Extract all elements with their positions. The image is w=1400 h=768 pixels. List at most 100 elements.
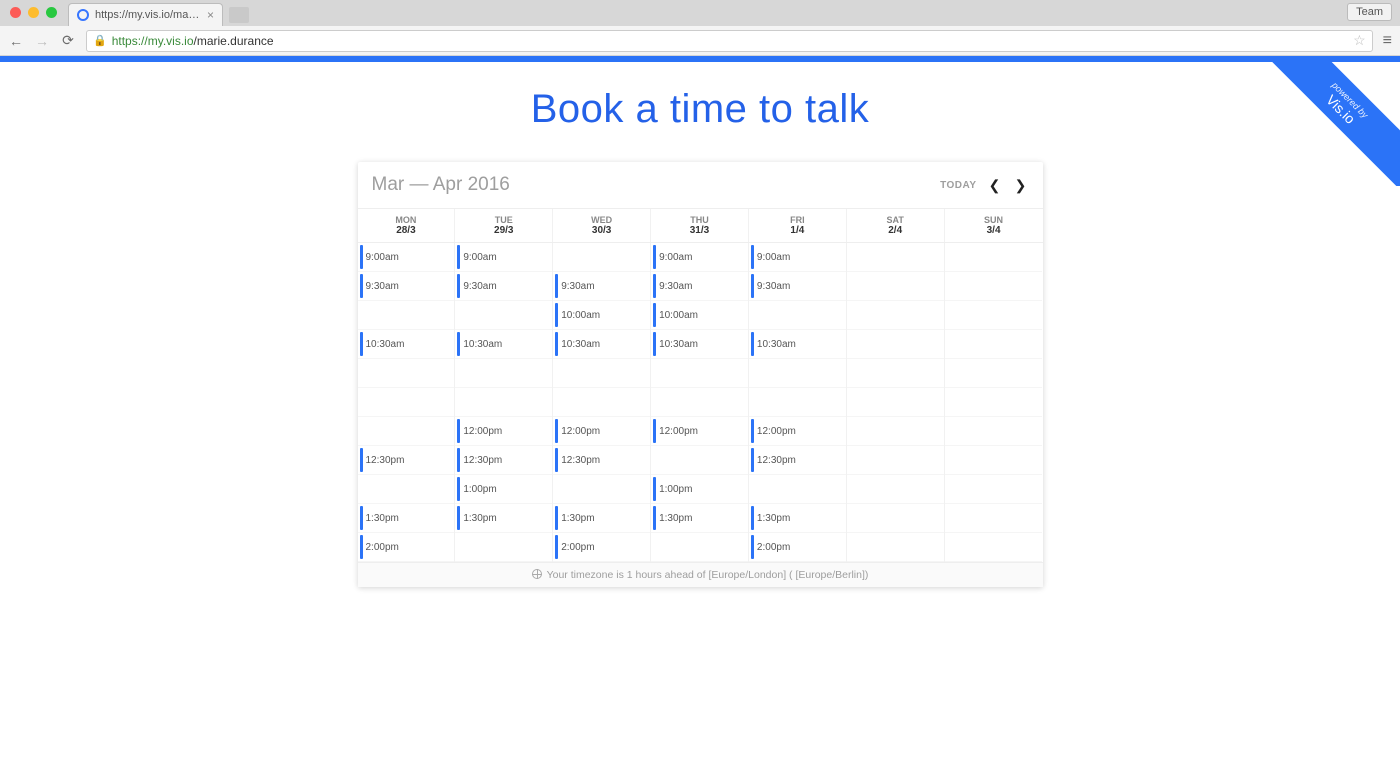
- minimize-window-icon[interactable]: [28, 7, 39, 18]
- time-slot[interactable]: 10:30am: [358, 330, 455, 358]
- time-row: [651, 533, 748, 562]
- browser-tab[interactable]: https://my.vis.io/marie.dura… ×: [68, 3, 223, 26]
- close-tab-icon[interactable]: ×: [207, 8, 214, 22]
- powered-by-ribbon[interactable]: powered by Vis.io: [1270, 56, 1400, 186]
- time-row: [553, 243, 650, 272]
- time-slot[interactable]: 12:00pm: [749, 417, 846, 445]
- close-window-icon[interactable]: [10, 7, 21, 18]
- time-row: 9:30am: [651, 272, 748, 301]
- time-slot[interactable]: 12:30pm: [553, 446, 650, 474]
- day-of-week: WED: [553, 215, 650, 225]
- time-row: 1:00pm: [651, 475, 748, 504]
- time-row: 12:00pm: [553, 417, 650, 446]
- day-of-week: MON: [358, 215, 455, 225]
- time-slot[interactable]: 10:00am: [651, 301, 748, 329]
- time-slot[interactable]: 2:00pm: [358, 533, 455, 561]
- time-slot[interactable]: 1:30pm: [749, 504, 846, 532]
- day-column: 9:00am9:30am10:00am10:30am 12:00pm 1:00pm1…: [651, 243, 749, 562]
- day-header: THU31/3: [651, 209, 749, 242]
- today-button[interactable]: TODAY: [940, 180, 976, 191]
- time-slot[interactable]: 9:00am: [651, 243, 748, 271]
- back-icon[interactable]: ←: [8, 33, 24, 49]
- time-slot[interactable]: 9:30am: [358, 272, 455, 300]
- time-row: [553, 388, 650, 417]
- time-slot[interactable]: 1:30pm: [455, 504, 552, 532]
- time-row: [651, 388, 748, 417]
- prev-week-icon[interactable]: ❮: [987, 177, 1003, 194]
- time-row: 1:30pm: [455, 504, 552, 533]
- time-slot[interactable]: 9:00am: [749, 243, 846, 271]
- time-row: [749, 475, 846, 504]
- time-row: [945, 272, 1043, 301]
- time-slot[interactable]: 1:00pm: [455, 475, 552, 503]
- date-range-label: Mar — Apr 2016: [372, 174, 510, 196]
- time-slot[interactable]: 12:00pm: [651, 417, 748, 445]
- time-row: 1:30pm: [358, 504, 455, 533]
- time-row: [847, 243, 944, 272]
- time-slot[interactable]: 12:00pm: [455, 417, 552, 445]
- time-row: [847, 533, 944, 562]
- time-row: 9:30am: [455, 272, 552, 301]
- day-header-row: MON28/3TUE29/3WED30/3THU31/3FRI1/4SAT2/4…: [358, 209, 1043, 243]
- day-header: SUN3/4: [945, 209, 1043, 242]
- window-controls: [10, 7, 57, 18]
- time-row: [945, 533, 1043, 562]
- calendar-card: Mar — Apr 2016 TODAY ❮ ❯ MON28/3TUE29/3W…: [358, 162, 1043, 587]
- time-slot[interactable]: 10:30am: [455, 330, 552, 358]
- time-slot[interactable]: 10:00am: [553, 301, 650, 329]
- time-slot[interactable]: 1:00pm: [651, 475, 748, 503]
- time-slot[interactable]: 12:30pm: [358, 446, 455, 474]
- time-row: [553, 359, 650, 388]
- time-row: [847, 359, 944, 388]
- favicon-icon: [77, 9, 89, 21]
- day-date: 29/3: [455, 225, 552, 236]
- day-of-week: SUN: [945, 215, 1043, 225]
- team-button[interactable]: Team: [1347, 3, 1392, 21]
- time-slot[interactable]: 9:30am: [749, 272, 846, 300]
- address-bar[interactable]: 🔒 https://my.vis.io/marie.durance ☆: [86, 30, 1373, 52]
- time-row: 1:30pm: [749, 504, 846, 533]
- reload-icon[interactable]: ⟳: [60, 32, 76, 49]
- time-row: [358, 388, 455, 417]
- time-row: [749, 301, 846, 330]
- lock-icon: 🔒: [93, 34, 107, 47]
- time-slot[interactable]: 1:30pm: [651, 504, 748, 532]
- time-row: [945, 243, 1043, 272]
- maximize-window-icon[interactable]: [46, 7, 57, 18]
- time-slot[interactable]: 1:30pm: [553, 504, 650, 532]
- time-row: [455, 301, 552, 330]
- time-slot[interactable]: 9:30am: [455, 272, 552, 300]
- time-slot[interactable]: 10:30am: [651, 330, 748, 358]
- time-row: [945, 388, 1043, 417]
- forward-icon[interactable]: →: [34, 33, 50, 49]
- time-row: 10:30am: [553, 330, 650, 359]
- menu-icon[interactable]: ≡: [1383, 32, 1392, 50]
- time-slot[interactable]: 1:30pm: [358, 504, 455, 532]
- ribbon-line1: powered by: [1270, 56, 1400, 183]
- time-slot[interactable]: 10:30am: [749, 330, 846, 358]
- time-slot[interactable]: 9:00am: [358, 243, 455, 271]
- time-row: [847, 388, 944, 417]
- time-row: 12:00pm: [749, 417, 846, 446]
- time-slot[interactable]: 12:30pm: [455, 446, 552, 474]
- time-slot[interactable]: 9:30am: [553, 272, 650, 300]
- time-row: 9:30am: [358, 272, 455, 301]
- time-slot[interactable]: 9:30am: [651, 272, 748, 300]
- bookmark-star-icon[interactable]: ☆: [1353, 32, 1366, 49]
- time-slot[interactable]: 2:00pm: [553, 533, 650, 561]
- time-slot[interactable]: 12:00pm: [553, 417, 650, 445]
- time-slot[interactable]: 2:00pm: [749, 533, 846, 561]
- next-week-icon[interactable]: ❯: [1013, 177, 1029, 194]
- time-slot[interactable]: 10:30am: [553, 330, 650, 358]
- timezone-bar: Your timezone is 1 hours ahead of [Europ…: [358, 562, 1043, 587]
- day-column: 9:00am9:30am 10:30am 12:00pm12:30pm1:00pm1…: [455, 243, 553, 562]
- day-of-week: THU: [651, 215, 748, 225]
- new-tab-button[interactable]: [229, 7, 249, 23]
- time-row: 10:00am: [553, 301, 650, 330]
- calendar-grid: 9:00am9:30am10:30am12:30pm1:30pm2:00pm9:…: [358, 243, 1043, 562]
- time-row: 9:00am: [455, 243, 552, 272]
- browser-chrome: https://my.vis.io/marie.dura… × Team ← →…: [0, 0, 1400, 56]
- time-row: 2:00pm: [553, 533, 650, 562]
- time-slot[interactable]: 12:30pm: [749, 446, 846, 474]
- time-slot[interactable]: 9:00am: [455, 243, 552, 271]
